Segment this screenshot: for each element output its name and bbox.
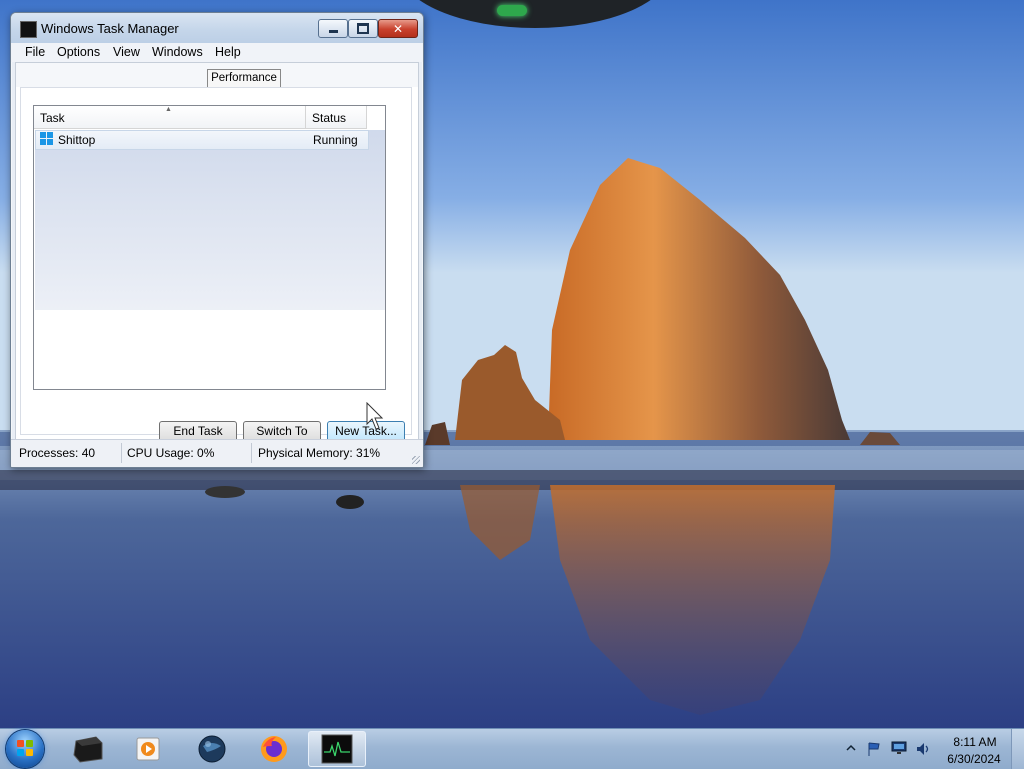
menu-view[interactable]: View — [113, 45, 140, 59]
task-name: Shittop — [58, 133, 96, 147]
column-label-status: Status — [312, 111, 347, 125]
volume-icon[interactable] — [915, 741, 929, 755]
taskbar-task-manager[interactable] — [308, 731, 366, 767]
cpu-usage: CPU Usage: 0% — [127, 446, 215, 460]
task-status: Running — [313, 133, 358, 147]
clock-date[interactable]: 6/30/2024 — [944, 752, 1004, 766]
table-row[interactable]: Shittop Running — [35, 130, 369, 150]
tab-strip: Performance — [16, 63, 418, 87]
minimize-button[interactable] — [318, 19, 348, 38]
close-icon: ✕ — [392, 21, 404, 36]
notch-indicator-light — [497, 5, 527, 16]
taskbar: 8:11 AM 6/30/2024 — [0, 728, 1024, 769]
list-highlight-area — [35, 130, 385, 310]
globe-icon — [198, 735, 226, 763]
task-list[interactable]: ▲ Task Status Shittop Running — [33, 105, 386, 390]
menu-options[interactable]: Options — [57, 45, 100, 59]
media-player-icon — [136, 737, 160, 761]
column-header-task[interactable]: ▲ Task — [34, 106, 306, 128]
status-divider — [121, 443, 122, 463]
dark-box-icon — [73, 736, 103, 763]
list-header: ▲ Task Status — [34, 106, 367, 129]
windows-flag-icon — [17, 740, 33, 756]
action-center-flag-icon[interactable] — [866, 741, 880, 756]
tab-performance[interactable]: Performance — [207, 69, 281, 87]
taskbar-media-player[interactable] — [122, 731, 174, 767]
close-button[interactable]: ✕ — [378, 19, 418, 38]
resize-grip-icon[interactable] — [412, 456, 420, 464]
column-header-status[interactable]: Status — [306, 106, 367, 128]
window-title: Windows Task Manager — [41, 21, 179, 36]
menu-bar: File Options View Windows Help — [11, 43, 423, 62]
title-bar[interactable]: Windows Task Manager ✕ — [11, 13, 423, 43]
maximize-icon — [357, 23, 369, 34]
applications-pane: ▲ Task Status Shittop Running End Task S… — [20, 87, 412, 443]
column-label-task: Task — [40, 111, 65, 125]
window-content: Performance ▲ Task Status Shittop Runnin… — [15, 62, 419, 443]
firefox-icon — [261, 736, 287, 762]
physical-memory: Physical Memory: 31% — [258, 446, 381, 460]
clock-time[interactable]: 8:11 AM — [946, 735, 1004, 749]
network-icon[interactable] — [891, 741, 907, 755]
menu-help[interactable]: Help — [215, 45, 241, 59]
task-manager-taskbar-icon — [321, 734, 353, 764]
show-desktop-button[interactable] — [1011, 729, 1024, 769]
status-divider — [251, 443, 252, 463]
mouse-cursor-icon — [366, 402, 384, 430]
show-hidden-icons-arrow-icon[interactable] — [846, 742, 860, 756]
task-manager-icon — [20, 21, 37, 38]
sort-arrow-icon: ▲ — [165, 106, 172, 113]
start-button[interactable] — [6, 730, 44, 768]
taskbar-terminal-app[interactable] — [62, 731, 114, 767]
processes-count: Processes: 40 — [19, 446, 96, 460]
taskbar-globe-app[interactable] — [186, 731, 238, 767]
task-manager-window[interactable]: Windows Task Manager ✕ File Options View… — [10, 12, 424, 468]
taskbar-firefox[interactable] — [248, 731, 300, 767]
status-bar: Processes: 40 CPU Usage: 0% Physical Mem… — [11, 439, 423, 467]
menu-file[interactable]: File — [25, 45, 45, 59]
windows-logo-icon — [40, 132, 55, 146]
maximize-button[interactable] — [348, 19, 378, 38]
menu-windows[interactable]: Windows — [152, 45, 203, 59]
minimize-icon — [328, 30, 338, 33]
